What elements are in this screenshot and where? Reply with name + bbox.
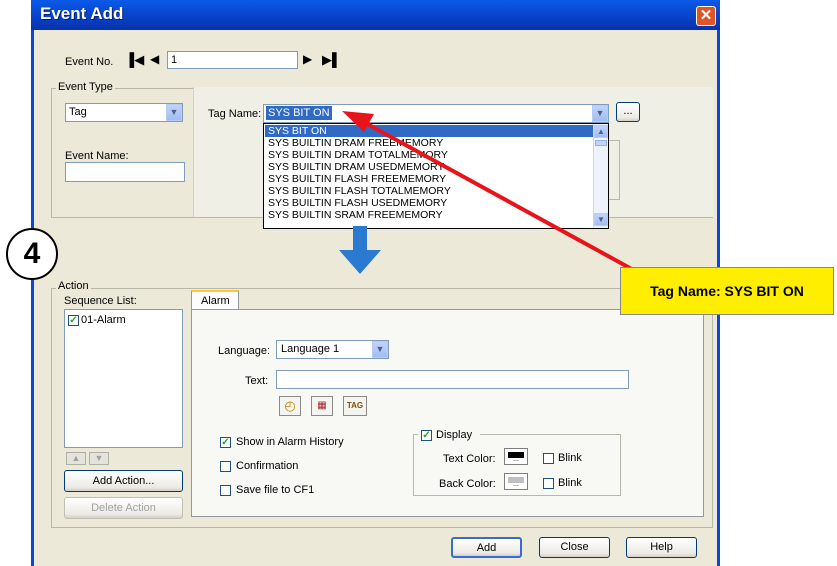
sequence-item-checkbox[interactable]: ✓	[68, 315, 79, 326]
alarm-text-input[interactable]	[276, 370, 629, 389]
event-no-label: Event No.	[65, 56, 114, 68]
display-checkbox[interactable]: ✓	[421, 430, 432, 441]
last-record-icon[interactable]: ▶▌	[322, 52, 341, 68]
action-group-label: Action	[56, 280, 91, 292]
move-up-icon[interactable]: ▲	[66, 452, 86, 465]
move-down-icon[interactable]: ▼	[89, 452, 109, 465]
swatch-more-icon: ...	[513, 481, 519, 488]
sequence-list-label: Sequence List:	[64, 295, 137, 307]
tag-name-selected-text: SYS BIT ON	[266, 106, 332, 120]
back-color-label: Back Color:	[439, 478, 496, 490]
display-label: Display	[436, 429, 473, 441]
first-record-icon[interactable]: ▐◀	[125, 52, 144, 68]
confirmation-checkbox[interactable]	[220, 461, 231, 472]
close-button[interactable]: Close	[539, 537, 610, 558]
prev-record-icon[interactable]: ◀	[150, 52, 159, 66]
next-record-icon[interactable]: ▶	[303, 52, 312, 66]
text-blink-label: Blink	[558, 452, 582, 464]
help-button[interactable]: Help	[626, 537, 697, 558]
sequence-list[interactable]	[64, 309, 183, 448]
save-file-label: Save file to CF1	[236, 484, 315, 496]
event-name-label: Event Name:	[65, 150, 129, 162]
close-window-button[interactable]: ✕	[696, 6, 716, 26]
back-color-swatch[interactable]: ...	[504, 473, 528, 490]
text-color-label: Text Color:	[443, 453, 496, 465]
tag-icon[interactable]: TAG	[343, 396, 367, 416]
add-action-button[interactable]: Add Action...	[64, 470, 183, 492]
show-history-checkbox[interactable]: ✓	[220, 437, 231, 448]
delete-action-button[interactable]: Delete Action	[64, 497, 183, 519]
chevron-down-icon[interactable]: ▼	[372, 341, 388, 358]
event-type-group-label: Event Type	[56, 81, 115, 93]
text-color-swatch[interactable]: ...	[504, 448, 528, 465]
event-no-input[interactable]: 1	[167, 51, 298, 69]
sequence-item-label[interactable]: 01-Alarm	[81, 314, 126, 326]
show-history-label: Show in Alarm History	[236, 436, 344, 448]
calendar-icon[interactable]: ▦	[311, 396, 333, 416]
add-button[interactable]: Add	[451, 537, 522, 558]
chevron-down-icon[interactable]: ▼	[166, 104, 182, 121]
swatch-more-icon: ...	[513, 456, 519, 463]
language-label: Language:	[218, 345, 270, 357]
title-bar[interactable]	[31, 0, 720, 30]
callout-label: Tag Name: SYS BIT ON	[620, 267, 834, 315]
confirmation-label: Confirmation	[236, 460, 299, 472]
event-name-input[interactable]	[65, 162, 185, 182]
tag-name-label: Tag Name:	[208, 108, 262, 120]
text-blink-checkbox[interactable]	[543, 453, 554, 464]
back-blink-label: Blink	[558, 477, 582, 489]
tab-alarm[interactable]: Alarm	[191, 290, 239, 310]
save-file-checkbox[interactable]	[220, 485, 231, 496]
back-blink-checkbox[interactable]	[543, 478, 554, 489]
text-label: Text:	[245, 375, 269, 387]
clock-icon[interactable]: ◴	[279, 396, 301, 416]
dialog-title: Event Add	[40, 4, 124, 23]
step-badge: 4	[6, 228, 58, 280]
